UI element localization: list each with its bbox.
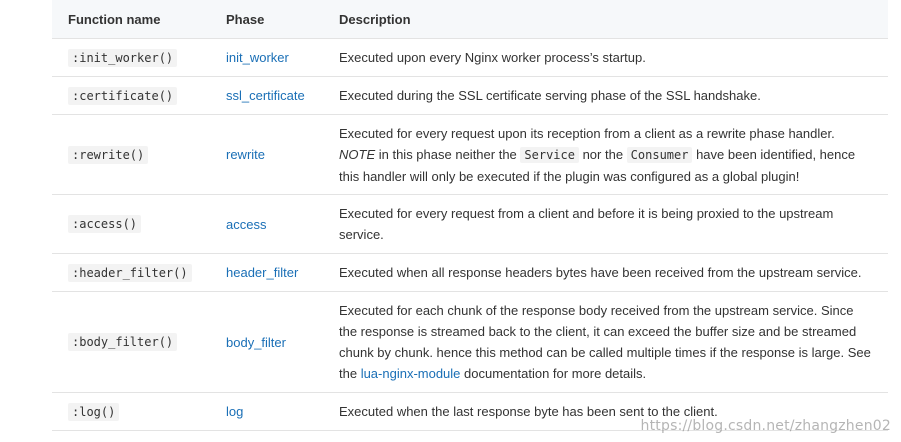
inline-code-service: Service (520, 146, 579, 163)
phase-cell: init_worker (210, 38, 323, 77)
table-row: :rewrite() rewrite Executed for every re… (52, 114, 888, 195)
description-text: documentation for more details. (460, 366, 647, 381)
function-name-code: :init_worker() (68, 48, 178, 67)
phase-link-body-filter[interactable]: body_filter (226, 335, 286, 350)
function-cell: :init_worker() (52, 38, 210, 77)
function-name-code: :log() (68, 402, 120, 421)
function-name-code: :rewrite() (68, 145, 149, 164)
table-row: :init_worker() init_worker Executed upon… (52, 38, 888, 77)
table-row: :access() access Executed for every requ… (52, 194, 888, 254)
function-name-code: :header_filter() (68, 263, 192, 282)
phase-cell: ssl_certificate (210, 76, 323, 115)
description-cell: Executed for every request upon its rece… (323, 114, 888, 195)
phase-link-log[interactable]: log (226, 404, 243, 419)
phase-cell: rewrite (210, 114, 323, 195)
function-cell: :access() (52, 194, 210, 254)
phase-link-init-worker[interactable]: init_worker (226, 50, 289, 65)
phase-cell: access (210, 194, 323, 254)
function-name-code: :certificate() (68, 86, 178, 105)
function-name-code: :body_filter() (68, 333, 178, 351)
header-function-name: Function name (52, 0, 210, 39)
function-cell: :certificate() (52, 76, 210, 115)
header-description: Description (323, 0, 888, 39)
table-body: :init_worker() init_worker Executed upon… (52, 38, 888, 431)
table-header: Function name Phase Description (52, 0, 888, 39)
description-cell: Executed for each chunk of the response … (323, 291, 888, 393)
description-cell: Executed when all response headers bytes… (323, 253, 888, 292)
phase-link-rewrite[interactable]: rewrite (226, 147, 265, 162)
description-cell: Executed for every request from a client… (323, 194, 888, 254)
note-emphasis: NOTE (339, 146, 376, 162)
phase-link-access[interactable]: access (226, 217, 266, 232)
inline-code-consumer: Consumer (626, 146, 693, 163)
function-cell: :body_filter() (52, 291, 210, 393)
phase-link-header-filter[interactable]: header_filter (226, 265, 298, 280)
plugin-functions-table: Function name Phase Description :init_wo… (52, 0, 888, 431)
table-row: :body_filter() body_filter Executed for … (52, 291, 888, 393)
table-row: :certificate() ssl_certificate Executed … (52, 76, 888, 115)
description-cell: Executed during the SSL certificate serv… (323, 76, 888, 115)
description-text: nor the (578, 146, 627, 162)
description-text: in this phase neither the (375, 146, 521, 162)
phase-cell: header_filter (210, 253, 323, 292)
phase-link-ssl-certificate[interactable]: ssl_certificate (226, 88, 305, 103)
description-text: Executed for every request upon its rece… (339, 125, 835, 141)
page: Function name Phase Description :init_wo… (0, 0, 901, 442)
lua-nginx-module-link[interactable]: lua-nginx-module (361, 366, 461, 381)
function-cell: :header_filter() (52, 253, 210, 292)
watermark: https://blog.csdn.net/zhangzhen02 (640, 418, 891, 434)
function-cell: :rewrite() (52, 114, 210, 195)
header-phase: Phase (210, 0, 323, 39)
phase-cell: log (210, 392, 323, 431)
description-cell: Executed upon every Nginx worker process… (323, 38, 888, 77)
function-cell: :log() (52, 392, 210, 431)
table-header-row: Function name Phase Description (52, 0, 888, 39)
function-name-code: :access() (68, 215, 142, 233)
table-row: :header_filter() header_filter Executed … (52, 253, 888, 292)
phase-cell: body_filter (210, 291, 323, 393)
